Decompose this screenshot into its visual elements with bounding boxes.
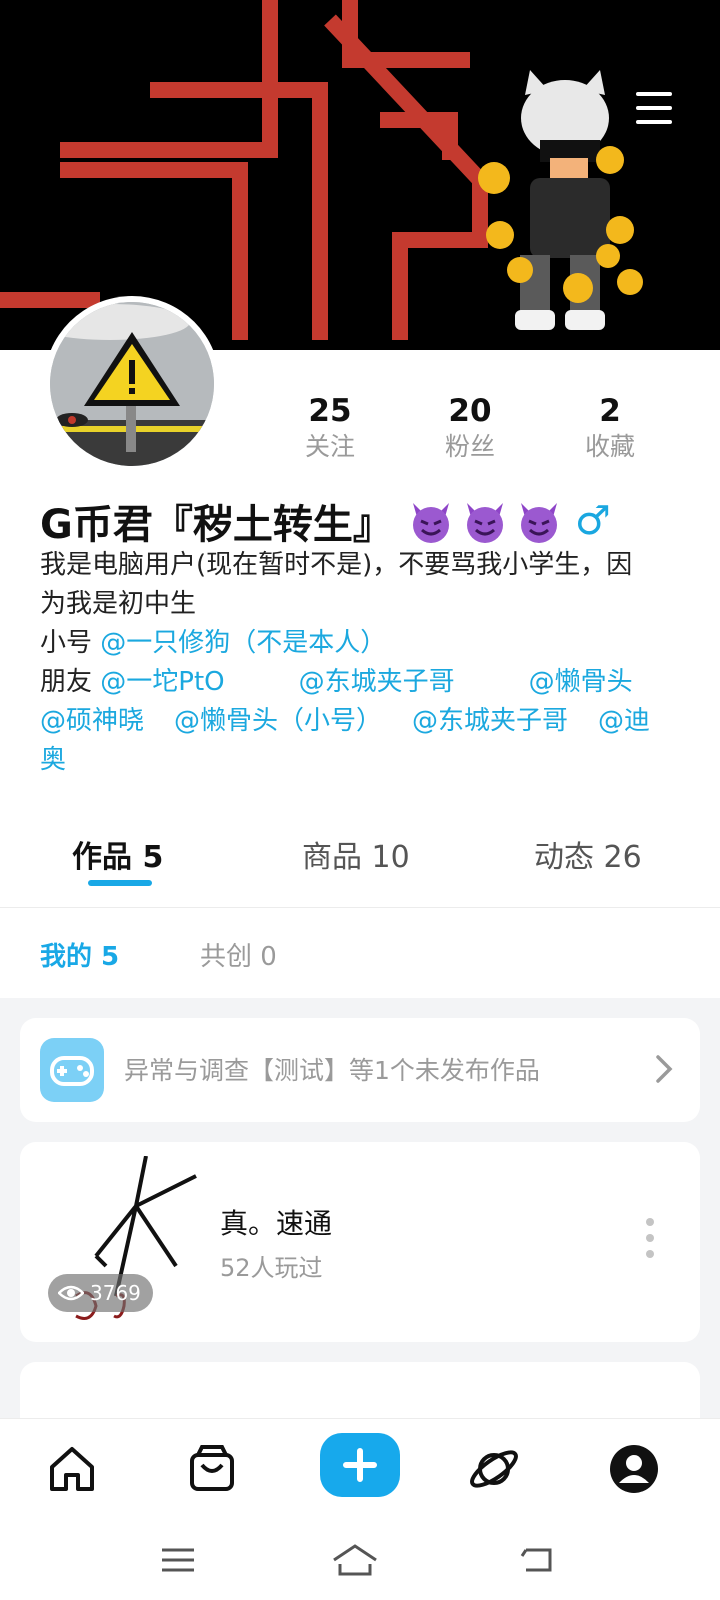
work-card[interactable]: 3769 真。速通 52人玩过: [20, 1142, 700, 1342]
mention-link[interactable]: @懒骨头: [529, 667, 633, 697]
home-icon[interactable]: [44, 1441, 100, 1497]
unpublished-works-card[interactable]: 异常与调查【测试】等1个未发布作品: [20, 1018, 700, 1122]
tab-active-indicator: [88, 880, 152, 886]
profile-name-row: G币君『秽土转生』 ♂: [40, 492, 611, 550]
unpublished-works-text: 异常与调查【测试】等1个未发布作品: [124, 1056, 540, 1085]
bio-label: 朋友: [40, 667, 101, 697]
hamburger-icon: [636, 92, 672, 96]
bio-label: 小号: [40, 628, 101, 658]
work-card-partial[interactable]: [20, 1362, 700, 1422]
plus-icon: [343, 1448, 377, 1482]
devil-emoji-icon: [466, 503, 503, 543]
bio-alt-account: 小号 @一只修狗（不是本人）: [40, 624, 680, 663]
mention-link[interactable]: @一只修狗（不是本人）: [100, 628, 386, 658]
mention-link[interactable]: @一坨PtO: [100, 667, 224, 697]
create-button[interactable]: [320, 1433, 400, 1497]
bottom-navigation: [0, 1418, 720, 1518]
stat-value: 2: [599, 393, 621, 429]
emoji-group: [407, 497, 563, 545]
banner-pixel-art: [0, 0, 643, 340]
subtab-mine[interactable]: 我的 5: [40, 936, 119, 973]
mention-link[interactable]: @东城夹子哥: [299, 667, 455, 697]
profile-banner: [0, 0, 720, 350]
mention-link[interactable]: @懒骨头（小号）: [174, 706, 382, 736]
stat-favorites[interactable]: 2 收藏: [550, 392, 670, 464]
works-subtabs: 我的 5 共创 0: [0, 908, 720, 998]
stat-label: 粉丝: [444, 432, 495, 461]
shopping-bag-icon[interactable]: [184, 1441, 240, 1497]
bio-friends-row: 奥: [40, 741, 680, 780]
subtab-cocreate[interactable]: 共创 0: [200, 936, 277, 973]
work-title: 真。速通: [220, 1207, 333, 1240]
recent-apps-icon[interactable]: [158, 1542, 198, 1578]
bio-line: 我是电脑用户(现在暂时不是)，不要骂我小学生，因: [40, 550, 633, 580]
profile-tabs: 作品 5 商品 10 动态 26: [0, 818, 720, 908]
gamepad-icon: [40, 1038, 104, 1102]
devil-emoji-icon: [520, 503, 557, 543]
mention-link[interactable]: @东城夹子哥: [412, 706, 568, 736]
avatar[interactable]: [44, 296, 220, 472]
tab-goods[interactable]: 商品 10: [302, 832, 410, 876]
stat-value: 20: [448, 393, 492, 429]
planet-icon[interactable]: [466, 1441, 522, 1497]
warning-sign-icon: [50, 302, 214, 466]
banner-character: [478, 70, 643, 330]
more-options-icon[interactable]: [646, 1218, 656, 1262]
back-icon[interactable]: [518, 1542, 558, 1578]
stat-following[interactable]: 25 关注: [270, 392, 390, 464]
user-icon[interactable]: [606, 1441, 662, 1497]
devil-emoji-icon: [412, 503, 449, 543]
stat-followers[interactable]: 20 粉丝: [410, 392, 530, 464]
bio-friends-row: 朋友 @一坨PtO @东城夹子哥 @懒骨头: [40, 663, 680, 702]
stat-label: 收藏: [584, 432, 635, 461]
tab-activity[interactable]: 动态 26: [534, 832, 642, 876]
eye-icon: [58, 1285, 84, 1301]
tab-works[interactable]: 作品 5: [72, 832, 163, 876]
profile-name: G币君『秽土转生』: [40, 502, 393, 548]
mention-link[interactable]: 奥: [40, 745, 66, 775]
view-count-badge: 3769: [48, 1274, 153, 1312]
mention-link[interactable]: @硕神晓: [40, 706, 144, 736]
work-play-count: 52人玩过: [220, 1254, 323, 1282]
home-nav-icon[interactable]: [330, 1542, 380, 1578]
mention-link[interactable]: @迪: [598, 706, 650, 736]
stat-value: 25: [308, 393, 352, 429]
bio-friends-row: @硕神晓 @懒骨头（小号） @东城夹子哥 @迪: [40, 702, 680, 741]
menu-button[interactable]: [636, 92, 676, 132]
stat-label: 关注: [304, 432, 355, 461]
profile-stats: 25 关注 20 粉丝 2 收藏: [270, 392, 670, 464]
view-count: 3769: [90, 1281, 141, 1305]
chevron-right-icon: [656, 1055, 673, 1083]
gender-male-icon: ♂: [574, 498, 611, 544]
profile-bio: 我是电脑用户(现在暂时不是)，不要骂我小学生，因 为我是初中生 小号 @一只修狗…: [40, 546, 680, 780]
system-navigation-bar: [0, 1518, 720, 1600]
bio-line: 为我是初中生: [40, 589, 197, 619]
